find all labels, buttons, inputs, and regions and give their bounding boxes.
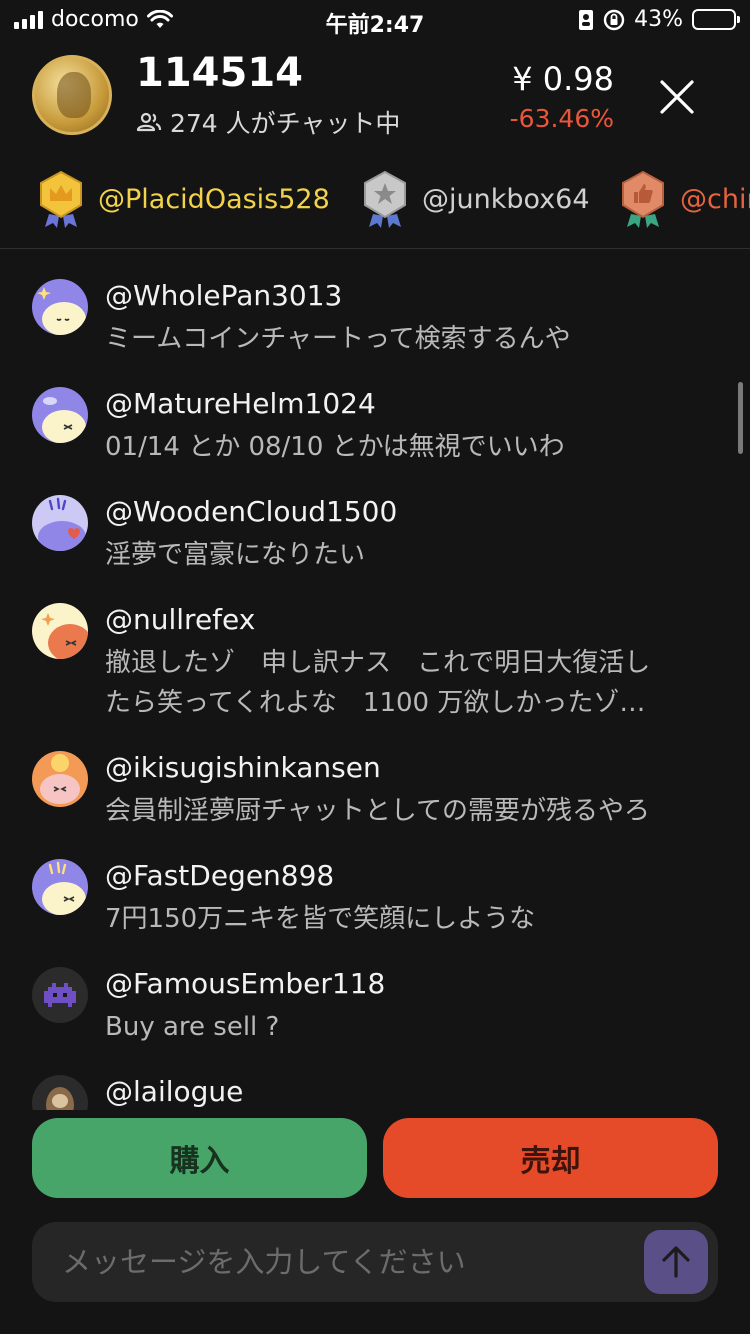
price-change: -63.46% bbox=[509, 104, 614, 133]
token-price: ¥ 0.98 bbox=[512, 60, 614, 98]
message-username[interactable]: @FastDegen898 bbox=[105, 859, 334, 892]
send-button[interactable] bbox=[644, 1230, 708, 1294]
message-composer bbox=[32, 1222, 718, 1302]
message-username[interactable]: @WoodenCloud1500 bbox=[105, 495, 397, 528]
arrow-up-icon bbox=[662, 1246, 690, 1278]
top-holders-bar[interactable]: @PlacidOasis528 @junkbox64 @chir bbox=[0, 170, 750, 234]
message-text: 淫夢で富豪になりたい bbox=[105, 540, 366, 570]
message-username[interactable]: @FamousEmber118 bbox=[105, 967, 385, 1000]
message-username[interactable]: @WholePan3013 bbox=[105, 279, 342, 312]
sell-button[interactable]: 売却 bbox=[383, 1118, 718, 1198]
user-avatar[interactable] bbox=[32, 387, 88, 443]
message-text: 撤退したゾ 申し訳ナス これで明日大復活し たら笑ってくれよな 1100 万欲し… bbox=[105, 643, 705, 723]
user-avatar[interactable] bbox=[32, 495, 88, 551]
holder-name: @chir bbox=[680, 183, 750, 215]
message-text: 01/14 とか 08/10 とかは無視でいいわ bbox=[105, 432, 565, 462]
message-text: 7円150万ニキを皆で笑顔にしような bbox=[105, 904, 536, 934]
status-right: 43% bbox=[578, 7, 740, 32]
holder-name: @PlacidOasis528 bbox=[98, 183, 330, 215]
holder-name: @junkbox64 bbox=[422, 183, 590, 215]
bottom-panel: 購入 売却 bbox=[0, 1110, 750, 1334]
message-text-line: 撤退したゾ 申し訳ナス これで明日大復活し bbox=[105, 648, 651, 678]
status-bar: docomo 午前2:47 43% bbox=[0, 0, 750, 42]
message-text: ミームコインチャートって検索するんや bbox=[105, 324, 571, 354]
holder-item[interactable]: @junkbox64 bbox=[360, 170, 590, 228]
user-avatar[interactable] bbox=[32, 1075, 88, 1115]
id-card-icon bbox=[579, 9, 594, 30]
token-coin-avatar bbox=[32, 55, 112, 135]
message-text-line: たら笑ってくれよな 1100 万欲しかったゾ… bbox=[105, 688, 646, 718]
message-username[interactable]: @ikisugishinkansen bbox=[105, 751, 381, 784]
buy-button[interactable]: 購入 bbox=[32, 1118, 367, 1198]
token-title: 114514 bbox=[136, 50, 303, 96]
battery-percent: 43% bbox=[634, 7, 683, 32]
orientation-lock-icon bbox=[603, 9, 625, 30]
message-username[interactable]: @nullrefex bbox=[105, 603, 255, 636]
message-text: Buy are sell ? bbox=[105, 1012, 280, 1042]
chat-scrollbar[interactable] bbox=[738, 382, 743, 454]
message-username[interactable]: @lailogue bbox=[105, 1075, 243, 1108]
user-avatar[interactable] bbox=[32, 967, 88, 1023]
member-count: 274 人がチャット中 bbox=[136, 104, 400, 140]
close-icon[interactable] bbox=[658, 78, 696, 116]
user-avatar[interactable] bbox=[32, 859, 88, 915]
people-icon bbox=[136, 112, 162, 132]
message-username[interactable]: @MatureHelm1024 bbox=[105, 387, 376, 420]
user-avatar[interactable] bbox=[32, 279, 88, 335]
holder-item[interactable]: @PlacidOasis528 bbox=[36, 170, 330, 228]
battery-icon bbox=[692, 9, 740, 30]
member-count-label: 274 人がチャット中 bbox=[170, 109, 401, 138]
message-input[interactable] bbox=[62, 1222, 632, 1302]
gold-crown-badge-icon bbox=[40, 170, 82, 228]
chat-message-list[interactable]: @WholePan3013 ミームコインチャートって検索するんや @Mature… bbox=[0, 249, 750, 1115]
bronze-thumbs-up-badge-icon bbox=[622, 170, 664, 228]
message-text: 会員制淫夢厨チャットとしての需要が残るやろ bbox=[105, 796, 650, 826]
holder-item[interactable]: @chir bbox=[618, 170, 750, 228]
user-avatar[interactable] bbox=[32, 751, 88, 807]
user-avatar[interactable] bbox=[32, 603, 88, 659]
silver-star-badge-icon bbox=[364, 170, 406, 228]
